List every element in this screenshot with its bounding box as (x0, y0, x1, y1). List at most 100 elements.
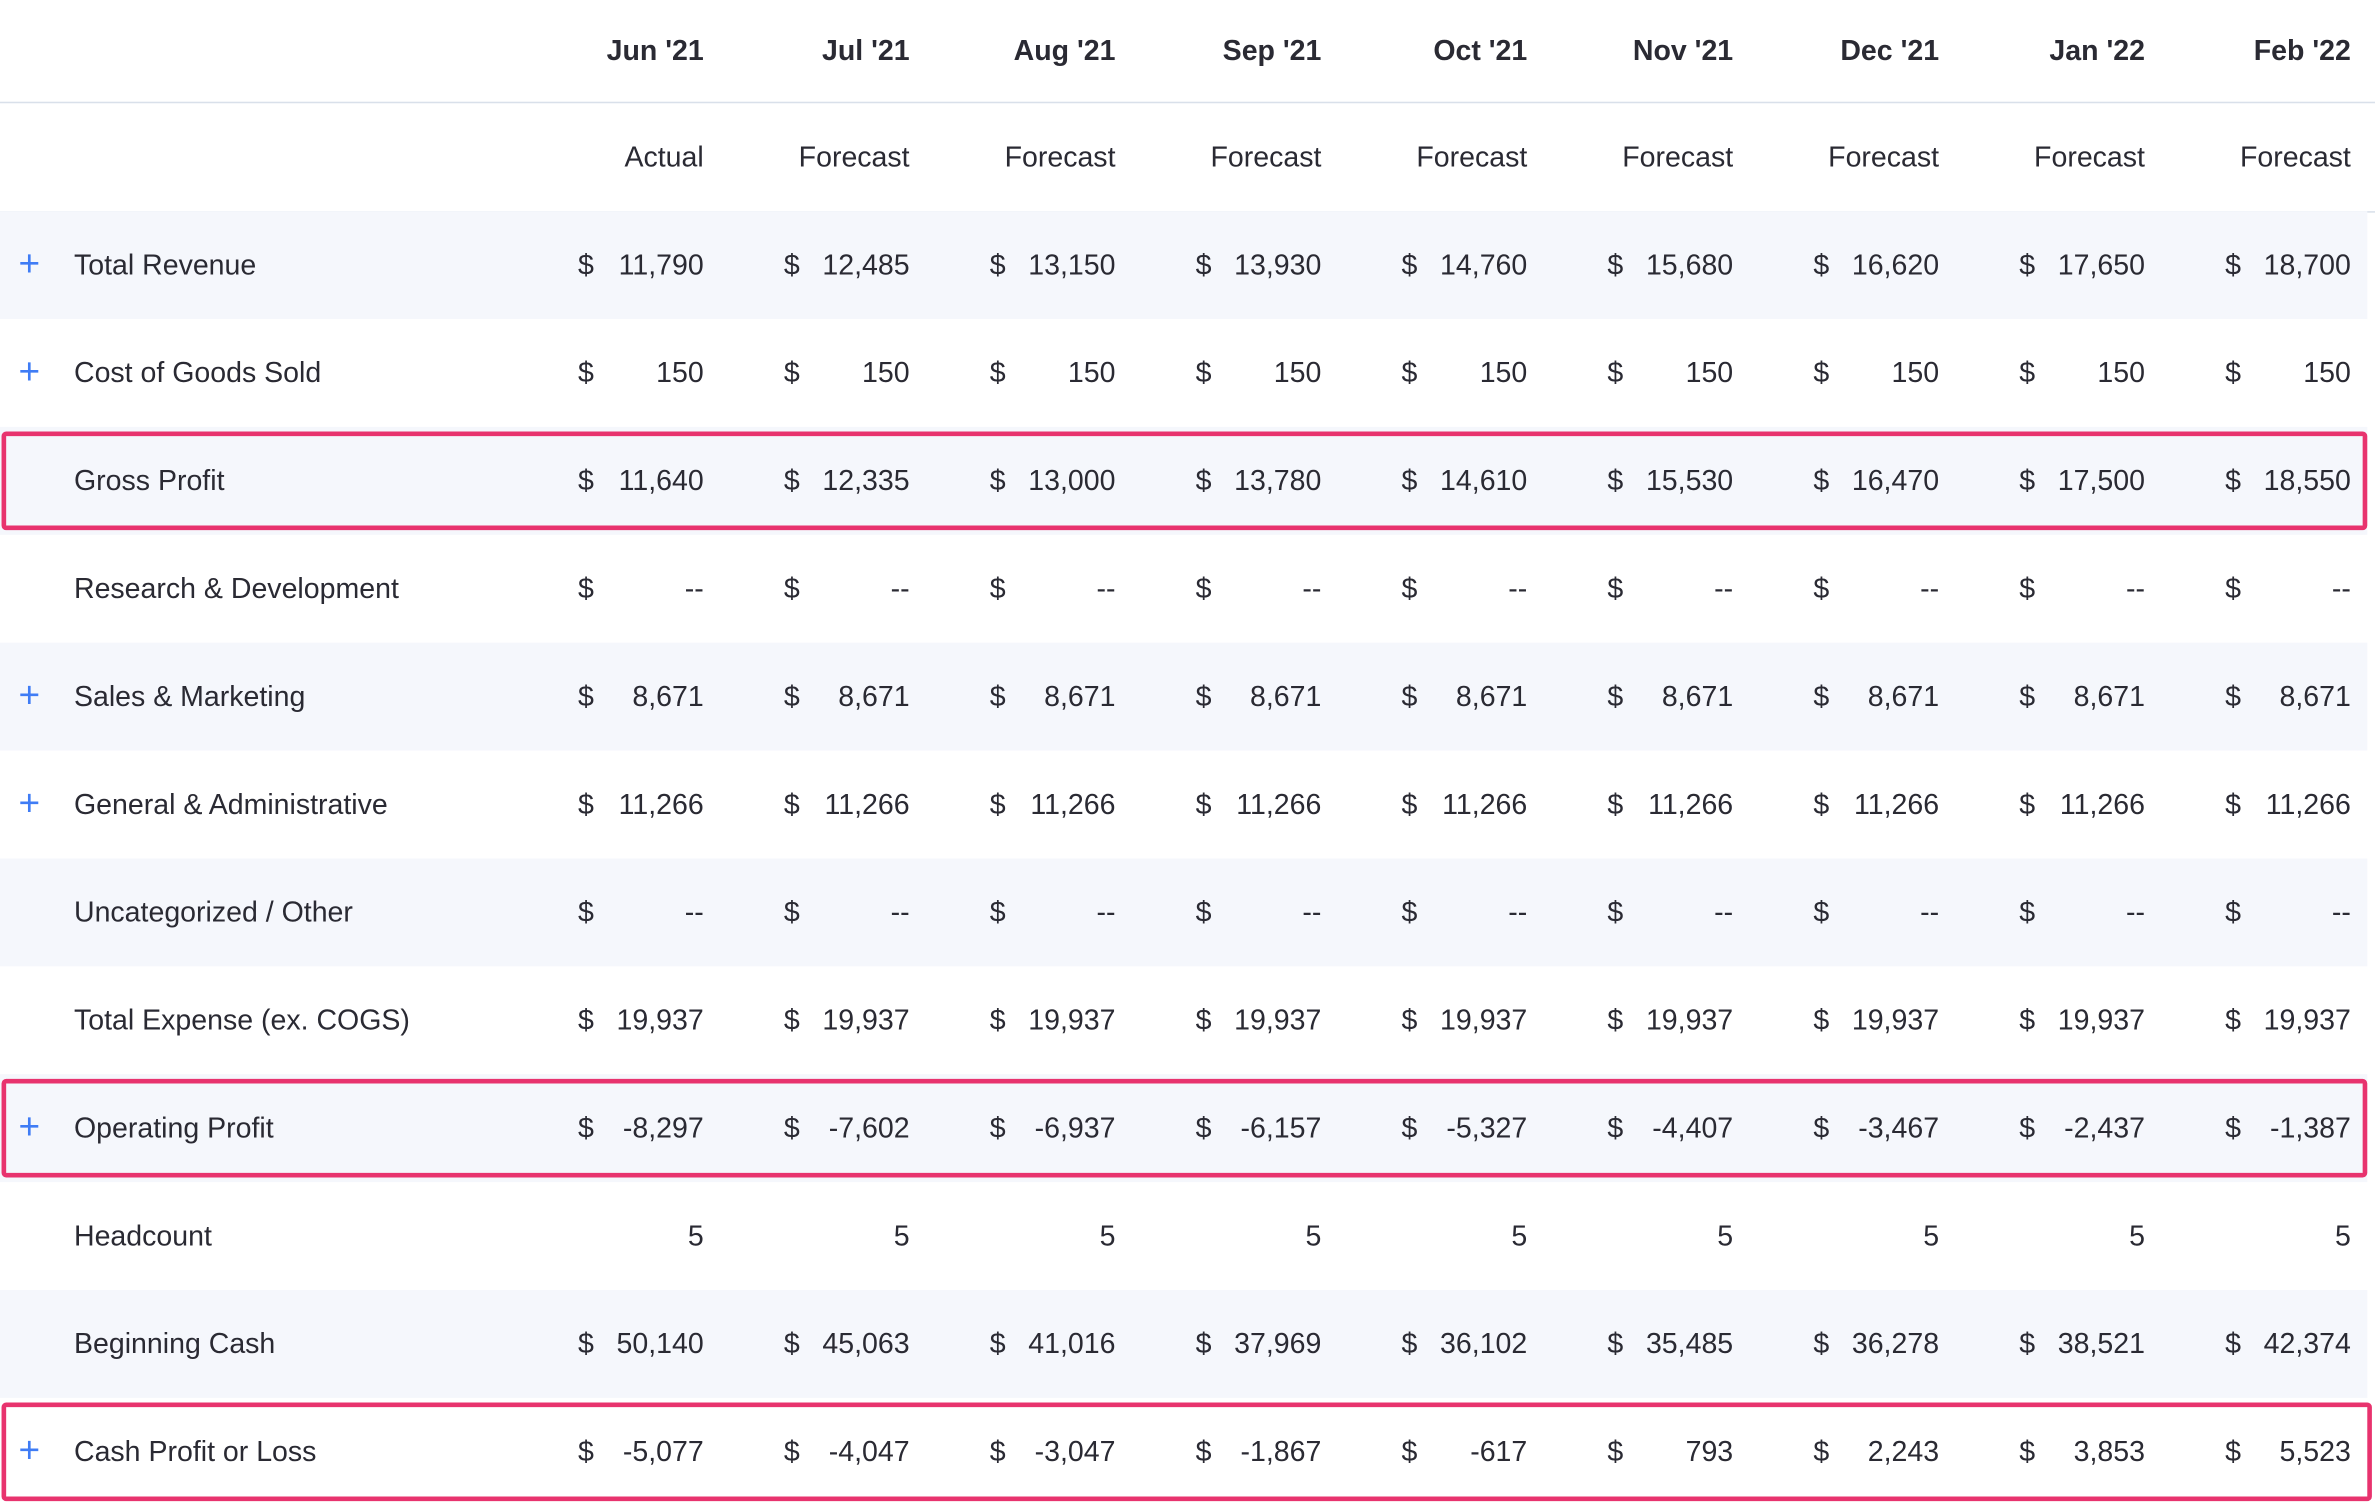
currency-symbol: $ (2019, 248, 2036, 281)
row-label-cell: + Cash Profit or Loss (0, 1398, 529, 1506)
table-row-operating-profit[interactable]: + Operating Profit $ -8,297 $ -7,602 $ -6,937 $ -… (0, 1074, 2368, 1183)
currency-symbol: $ (2225, 679, 2241, 713)
cell-value: 5 (1717, 1219, 1734, 1252)
plus-icon[interactable]: + (0, 354, 74, 391)
financial-forecast-table: Jun '21 Jul '21 Aug '21 Sep '21 Oct '21 Nov '… (0, 0, 2375, 1502)
cell-value: 11,266 (824, 787, 910, 820)
cell-value: 150 (1685, 356, 1734, 389)
value-cell: 5 (735, 1182, 941, 1290)
value-cell: $8,671 (1352, 643, 1558, 751)
cell-value: -- (1302, 571, 1322, 605)
cell-value: 16,470 (1851, 463, 1940, 497)
cell-value: 5,523 (2279, 1434, 2351, 1468)
cell-value: 42,374 (2263, 1326, 2351, 1360)
value-cell: $17,650 (1970, 211, 2176, 319)
period-type-header: Forecast (798, 139, 910, 172)
period-type-header: Forecast (2239, 139, 2351, 172)
cell-value: 35,485 (1645, 1326, 1734, 1360)
value-cell: $ -1,387 (2176, 1074, 2376, 1182)
currency-symbol: $ (577, 248, 594, 281)
currency-symbol: $ (577, 1003, 594, 1036)
value-cell: $11,266 (1970, 751, 2176, 859)
cell-value: -- (1096, 895, 1116, 928)
currency-symbol: $ (1813, 1434, 1830, 1468)
period-type-header: Forecast (1828, 139, 1940, 172)
cell-value: -617 (1470, 1434, 1528, 1468)
table-row-cost-of-goods-sold[interactable]: + Cost of Goods Sold $150 $150 $150 $150 $150 $… (0, 319, 2367, 427)
currency-symbol: $ (989, 895, 1006, 928)
row-label: Total Expense (ex. COGS) (73, 1003, 410, 1036)
table-row-total-revenue[interactable]: + Total Revenue $11,790 $12,485 $13,150 $13,9… (0, 211, 2368, 320)
cell-value: -- (1920, 571, 1940, 605)
row-label-cell: Beginning Cash (0, 1290, 529, 1398)
period-type-header: Forecast (1622, 139, 1734, 172)
cell-value: -- (2331, 895, 2351, 928)
table-row-general-administrative[interactable]: + General & Administrative $11,266 $11,266 $… (0, 751, 2367, 859)
table-row-sales-marketing[interactable]: + Sales & Marketing $8,671 $8,671 $8,671 $8,6… (0, 642, 2368, 751)
cell-value: -8,297 (622, 1111, 704, 1144)
value-cell: $11,266 (1146, 751, 1352, 859)
cell-value: 13,930 (1234, 248, 1322, 281)
table-row-cash-profit-or-loss[interactable]: + Cash Profit or Loss $ -5,077 $ -4,047 $ -3,04… (0, 1398, 2367, 1506)
currency-symbol: $ (989, 571, 1006, 605)
plus-icon[interactable]: + (0, 1433, 74, 1470)
currency-symbol: $ (2225, 1111, 2241, 1144)
value-cell: $ -3,047 (940, 1398, 1146, 1506)
row-label-cell: Research & Development (0, 535, 529, 643)
currency-symbol: $ (2019, 571, 2036, 605)
row-label-cell: + Total Revenue (0, 211, 529, 319)
value-cell: $11,266 (1352, 751, 1558, 859)
cell-value: 5 (1099, 1219, 1116, 1252)
currency-symbol: $ (1813, 1003, 1830, 1036)
value-cell: $150 (529, 319, 735, 427)
plus-icon[interactable]: + (0, 785, 74, 823)
cell-value: -6,157 (1240, 1111, 1322, 1144)
cell-value: 18,550 (2263, 463, 2351, 497)
value-cell: $ -- (1146, 535, 1352, 643)
currency-symbol: $ (1607, 571, 1624, 605)
value-cell: $150 (1146, 319, 1352, 427)
currency-symbol: $ (577, 1111, 594, 1144)
currency-symbol: $ (1401, 1434, 1418, 1468)
value-cell: 5 (1352, 1182, 1558, 1290)
value-cell: $19,937 (1558, 966, 1764, 1074)
currency-symbol: $ (1195, 1111, 1212, 1144)
period-type-header: Forecast (1210, 139, 1322, 172)
currency-symbol: $ (1813, 787, 1830, 820)
value-cell: $11,640 (529, 427, 735, 535)
cell-value: -- (1714, 895, 1734, 928)
value-cell: $ -- (1558, 535, 1764, 643)
period-type-header: Forecast (1416, 139, 1528, 172)
cell-value: -- (890, 895, 910, 928)
currency-symbol: $ (783, 356, 800, 389)
cell-value: -- (2125, 571, 2145, 605)
value-cell: $8,671 (1146, 643, 1352, 751)
currency-symbol: $ (577, 1326, 594, 1360)
currency-symbol: $ (1813, 356, 1830, 389)
plus-icon[interactable]: + (0, 1109, 74, 1147)
currency-symbol: $ (1607, 463, 1624, 497)
value-cell: 5 (1970, 1182, 2176, 1290)
value-cell: $15,530 (1558, 427, 1764, 535)
cell-value: -- (1508, 571, 1528, 605)
cell-value: -3,047 (1034, 1434, 1116, 1468)
cell-value: -2,437 (2064, 1111, 2145, 1144)
plus-icon[interactable]: + (0, 246, 74, 284)
cell-value: 5 (2129, 1219, 2145, 1252)
table-row-gross-profit: Gross Profit $11,640 $12,335 $13,000 $13,780… (0, 426, 2368, 535)
value-cell: $8,671 (1558, 643, 1764, 751)
value-cell: $8,671 (940, 643, 1146, 751)
plus-icon[interactable]: + (0, 677, 74, 715)
value-cell: $ -- (735, 535, 941, 643)
value-cell: $ -6,937 (940, 1074, 1146, 1182)
cell-value: 5 (1923, 1219, 1940, 1252)
row-label: Beginning Cash (73, 1326, 276, 1360)
value-cell: $150 (1352, 319, 1558, 427)
month-header: Sep '21 (1222, 33, 1322, 67)
value-cell: $17,500 (1970, 427, 2176, 535)
currency-symbol: $ (783, 571, 800, 605)
cell-value: 14,610 (1440, 463, 1528, 497)
cell-value: -3,467 (1858, 1111, 1940, 1144)
value-cell: $13,780 (1146, 427, 1352, 535)
currency-symbol: $ (2019, 1326, 2036, 1360)
